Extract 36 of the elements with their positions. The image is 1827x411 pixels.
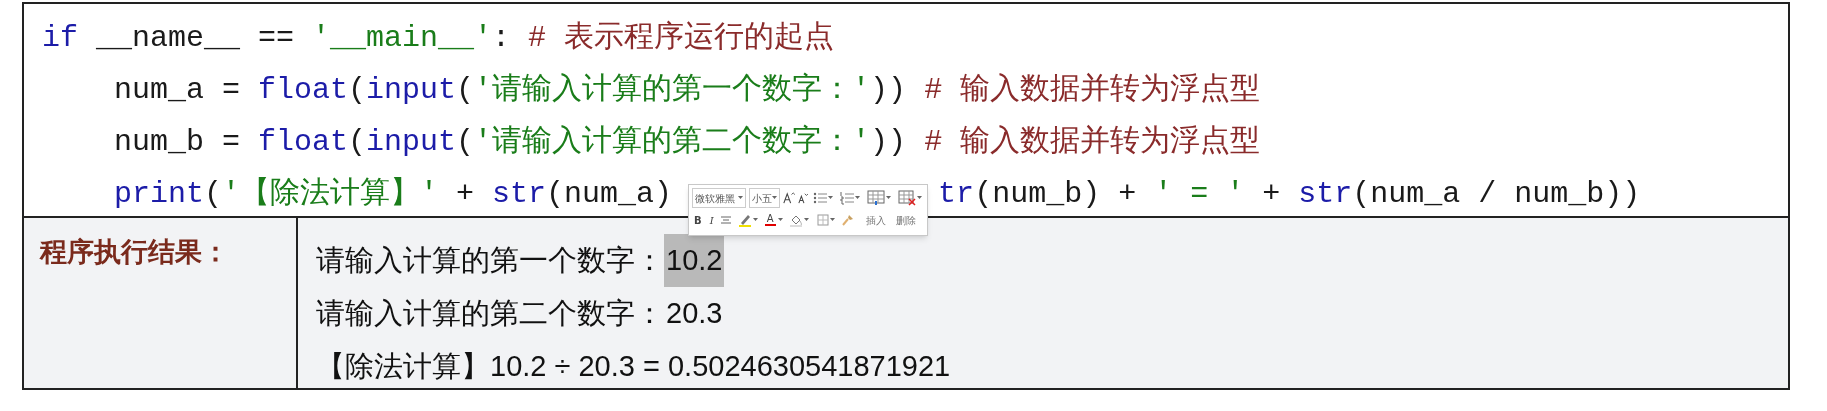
shading-icon[interactable] <box>788 213 803 227</box>
caret-icon <box>917 196 922 200</box>
output-line: 请输入计算的第二个数字： <box>316 296 664 331</box>
font-dropdown[interactable]: 微软雅黑 <box>692 188 746 208</box>
code-line: num_a = float(input('请输入计算的第一个数字：')) # 输入数据并转为浮点型 <box>114 71 1261 109</box>
output-line: 【除法计算】10.2 ÷ 20.3 = 0.5024630541871921 <box>316 349 951 384</box>
caret-icon <box>829 218 835 222</box>
caret-icon <box>855 196 860 200</box>
size-dropdown[interactable]: 小五 <box>748 188 780 208</box>
caret-icon <box>752 218 758 222</box>
format-painter-icon[interactable] <box>840 213 855 227</box>
input-value: 20.3 <box>665 296 724 331</box>
italic-button[interactable]: I <box>707 212 716 228</box>
insert-table-icon[interactable] <box>867 190 885 206</box>
caret-icon <box>828 196 833 200</box>
code-line: num_b = float(input('请输入计算的第二个数字：')) # 输入数据并转为浮点型 <box>114 123 1261 161</box>
caret-icon <box>771 196 777 200</box>
insert-button[interactable]: 插入 <box>862 212 889 228</box>
result-label: 程序执行结果： <box>40 237 229 267</box>
highlighter-icon[interactable] <box>737 213 752 227</box>
grow-font-icon[interactable] <box>782 190 795 206</box>
bold-button[interactable]: B <box>692 212 704 228</box>
code-line: tr(num_b) + ' = ' + str(num_a / num_b)) <box>938 176 1641 213</box>
caret-icon <box>777 218 783 222</box>
delete-button[interactable]: 删除 <box>892 212 919 228</box>
caret-icon <box>886 196 891 200</box>
font-color-button[interactable]: A <box>763 214 777 226</box>
code-line: if __name__ == '__main__': # 表示程序运行的起点 <box>42 19 835 57</box>
output-line: 请输入计算的第一个数字： <box>316 243 664 278</box>
code-line: print('【除法计算】' + str(num_a) <box>114 176 673 213</box>
bullet-list-icon[interactable] <box>813 191 827 205</box>
input-value: 10.2 <box>664 234 725 287</box>
caret-icon <box>803 218 809 222</box>
numbered-list-icon[interactable] <box>840 191 854 205</box>
caret-icon <box>737 196 743 200</box>
delete-table-icon[interactable] <box>898 190 916 206</box>
